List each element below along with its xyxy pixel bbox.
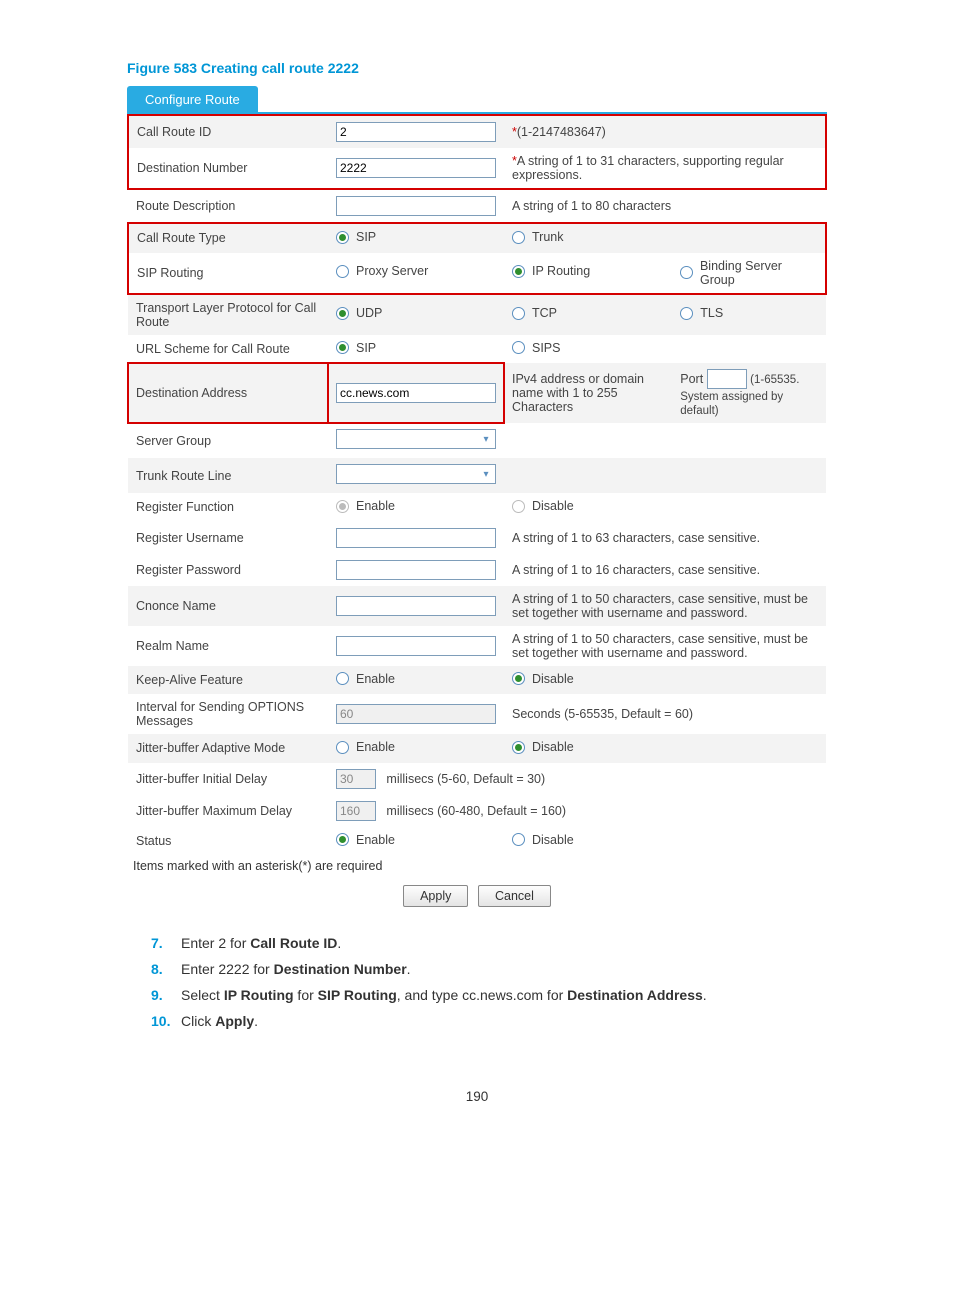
radio-icon <box>512 672 525 685</box>
label-dest-number: Destination Number <box>128 148 328 189</box>
page-number: 190 <box>127 1089 827 1104</box>
label-url-scheme: URL Scheme for Call Route <box>128 335 328 364</box>
label-jb-init: Jitter-buffer Initial Delay <box>128 763 328 795</box>
radio-icon <box>512 500 525 513</box>
radio-sip-scheme[interactable]: SIP <box>336 341 376 355</box>
chevron-down-icon: ▾ <box>479 467 493 481</box>
radio-sip[interactable]: SIP <box>336 230 376 244</box>
hint-cnonce: A string of 1 to 50 characters, case sen… <box>504 586 826 626</box>
select-trunk-line[interactable]: ▾ <box>336 464 496 484</box>
radio-icon <box>512 341 525 354</box>
radio-icon <box>336 307 349 320</box>
input-cnonce[interactable] <box>336 596 496 616</box>
label-jb-adapt: Jitter-buffer Adaptive Mode <box>128 734 328 763</box>
radio-ip-routing[interactable]: IP Routing <box>512 264 590 278</box>
radio-icon <box>512 833 525 846</box>
radio-icon <box>336 265 349 278</box>
radio-status-disable[interactable]: Disable <box>512 833 574 847</box>
label-reg-func: Register Function <box>128 493 328 522</box>
radio-icon <box>336 500 349 513</box>
hint-options-int: Seconds (5-65535, Default = 60) <box>504 694 826 734</box>
radio-binding-server-group[interactable]: Binding Server Group <box>680 259 817 287</box>
chevron-down-icon: ▾ <box>479 432 493 446</box>
input-call-route-id[interactable] <box>336 122 496 142</box>
radio-udp[interactable]: UDP <box>336 306 382 320</box>
step-9: Select IP Routing for SIP Routing, and t… <box>151 987 827 1003</box>
label-sip-routing: SIP Routing <box>128 253 328 294</box>
radio-icon <box>336 231 349 244</box>
input-port[interactable] <box>707 369 747 389</box>
label-options-int: Interval for Sending OPTIONS Messages <box>128 694 328 734</box>
button-row: Apply Cancel <box>127 877 827 915</box>
label-call-route-type: Call Route Type <box>128 223 328 253</box>
radio-ka-enable[interactable]: Enable <box>336 672 395 686</box>
radio-icon <box>336 672 349 685</box>
label-reg-pass: Register Password <box>128 554 328 586</box>
radio-jb-enable[interactable]: Enable <box>336 740 395 754</box>
input-jb-init[interactable] <box>336 769 376 789</box>
radio-sips-scheme[interactable]: SIPS <box>512 341 561 355</box>
radio-trunk[interactable]: Trunk <box>512 230 564 244</box>
hint-reg-pass: A string of 1 to 16 characters, case sen… <box>504 554 826 586</box>
radio-ka-disable[interactable]: Disable <box>512 672 574 686</box>
hint-dest-number: A string of 1 to 31 characters, supporti… <box>512 154 784 182</box>
radio-icon <box>336 741 349 754</box>
step-7: Enter 2 for Call Route ID. <box>151 935 827 951</box>
step-8: Enter 2222 for Destination Number. <box>151 961 827 977</box>
hint-jb-max: millisecs (60-480, Default = 160) <box>386 804 566 818</box>
cancel-button[interactable]: Cancel <box>478 885 551 907</box>
tab-bar: Configure Route <box>127 86 827 114</box>
label-trunk-line: Trunk Route Line <box>128 458 328 493</box>
apply-button[interactable]: Apply <box>403 885 468 907</box>
label-keepalive: Keep-Alive Feature <box>128 666 328 695</box>
input-jb-max[interactable] <box>336 801 376 821</box>
label-call-route-id: Call Route ID <box>128 115 328 148</box>
input-realm[interactable] <box>336 636 496 656</box>
radio-reg-disable[interactable]: Disable <box>512 499 574 513</box>
radio-proxy-server[interactable]: Proxy Server <box>336 264 428 278</box>
radio-icon <box>512 741 525 754</box>
input-options-int[interactable] <box>336 704 496 724</box>
label-route-desc: Route Description <box>128 189 328 223</box>
hint-route-desc: A string of 1 to 80 characters <box>504 189 826 223</box>
radio-jb-disable[interactable]: Disable <box>512 740 574 754</box>
input-dest-addr[interactable] <box>336 383 496 403</box>
radio-status-enable[interactable]: Enable <box>336 833 395 847</box>
step-10: Click Apply. <box>151 1013 827 1029</box>
label-cnonce: Cnonce Name <box>128 586 328 626</box>
label-jb-max: Jitter-buffer Maximum Delay <box>128 795 328 827</box>
label-server-group: Server Group <box>128 423 328 458</box>
radio-reg-enable[interactable]: Enable <box>336 499 395 513</box>
input-reg-user[interactable] <box>336 528 496 548</box>
radio-icon <box>680 266 693 279</box>
label-status: Status <box>128 827 328 856</box>
label-transport: Transport Layer Protocol for Call Route <box>128 294 328 335</box>
radio-tcp[interactable]: TCP <box>512 306 557 320</box>
input-route-desc[interactable] <box>336 196 496 216</box>
hint-realm: A string of 1 to 50 characters, case sen… <box>504 626 826 666</box>
radio-icon <box>680 307 693 320</box>
radio-tls[interactable]: TLS <box>680 306 723 320</box>
label-dest-addr: Destination Address <box>128 363 328 423</box>
hint-jb-init: millisecs (5-60, Default = 30) <box>386 772 545 786</box>
radio-icon <box>512 231 525 244</box>
radio-icon <box>336 341 349 354</box>
config-form: Call Route ID *(1-2147483647) Destinatio… <box>127 114 827 855</box>
required-note: Items marked with an asterisk(*) are req… <box>127 855 827 877</box>
label-port: Port <box>680 372 703 386</box>
label-reg-user: Register Username <box>128 522 328 554</box>
tab-configure-route[interactable]: Configure Route <box>127 86 258 113</box>
hint-dest-addr: IPv4 address or domain name with 1 to 25… <box>504 363 672 423</box>
input-reg-pass[interactable] <box>336 560 496 580</box>
radio-icon <box>336 833 349 846</box>
radio-icon <box>512 265 525 278</box>
figure-title: Figure 583 Creating call route 2222 <box>127 60 827 76</box>
hint-call-route-id: (1-2147483647) <box>517 125 606 139</box>
label-realm: Realm Name <box>128 626 328 666</box>
input-dest-number[interactable] <box>336 158 496 178</box>
select-server-group[interactable]: ▾ <box>336 429 496 449</box>
instruction-steps: Enter 2 for Call Route ID. Enter 2222 fo… <box>151 935 827 1029</box>
radio-icon <box>512 307 525 320</box>
hint-reg-user: A string of 1 to 63 characters, case sen… <box>504 522 826 554</box>
